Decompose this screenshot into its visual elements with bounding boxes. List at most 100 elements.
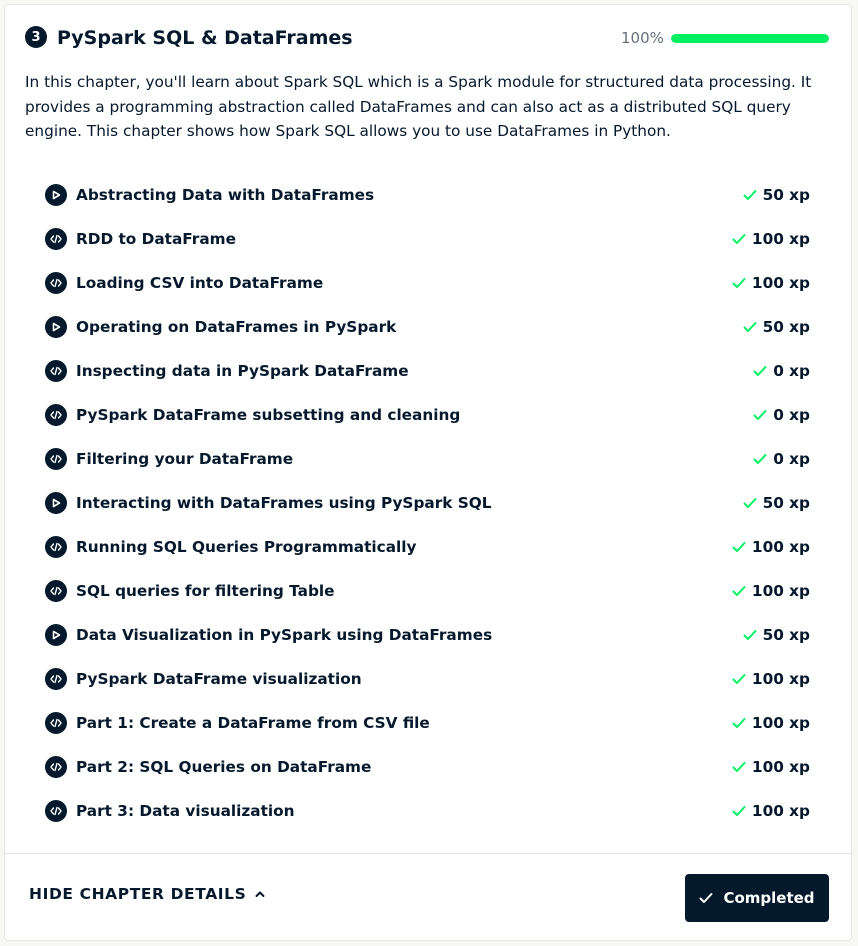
check-icon [743, 321, 757, 333]
exercise-title: Part 2: SQL Queries on DataFrame [76, 758, 372, 776]
exercise-xp: 100 xp [732, 758, 810, 776]
exercise-title: Part 1: Create a DataFrame from CSV file [76, 714, 430, 732]
code-icon [45, 272, 67, 294]
exercise-xp: 100 xp [732, 274, 810, 292]
exercise-item[interactable]: Interacting with DataFrames using PySpar… [45, 481, 815, 525]
exercise-item[interactable]: Part 3: Data visualization 100 xp [45, 789, 815, 833]
exercise-item[interactable]: RDD to DataFrame 100 xp [45, 217, 815, 261]
xp-label: 100 xp [751, 582, 810, 600]
exercise-item[interactable]: Data Visualization in PySpark using Data… [45, 613, 815, 657]
exercise-item[interactable]: Operating on DataFrames in PySpark 50 xp [45, 305, 815, 349]
xp-label: 100 xp [751, 230, 810, 248]
video-play-icon [45, 624, 67, 646]
exercise-title: Running SQL Queries Programmatically [76, 538, 417, 556]
xp-label: 0 xp [773, 450, 810, 468]
code-icon [45, 448, 67, 470]
exercise-title: Data Visualization in PySpark using Data… [76, 626, 493, 644]
exercise-item[interactable]: PySpark DataFrame visualization 100 xp [45, 657, 815, 701]
exercise-xp: 100 xp [732, 230, 810, 248]
progress-bar-fill [671, 34, 829, 43]
exercise-list: Abstracting Data with DataFrames 50 xp RDD… [45, 173, 815, 833]
check-icon [732, 233, 746, 245]
exercise-title: Abstracting Data with DataFrames [76, 186, 375, 204]
xp-label: 100 xp [751, 274, 810, 292]
exercise-title: SQL queries for filtering Table [76, 582, 335, 600]
exercise-xp: 100 xp [732, 670, 810, 688]
exercise-title: Filtering your DataFrame [76, 450, 294, 468]
check-icon [732, 673, 746, 685]
check-icon [732, 761, 746, 773]
code-icon [45, 756, 67, 778]
exercise-xp: 50 xp [743, 318, 810, 336]
divider [5, 853, 851, 854]
progress-bar [671, 34, 829, 43]
chapter-header: 3 PySpark SQL & DataFrames 100% [25, 23, 831, 57]
completed-label: Completed [723, 889, 815, 907]
exercise-title: PySpark DataFrame subsetting and cleanin… [76, 406, 461, 424]
check-icon [753, 453, 767, 465]
code-icon [45, 800, 67, 822]
exercise-xp: 0 xp [753, 406, 810, 424]
chapter-number-badge: 3 [25, 26, 47, 48]
video-play-icon [45, 316, 67, 338]
exercise-xp: 100 xp [732, 714, 810, 732]
chapter-title: PySpark SQL & DataFrames [57, 27, 353, 49]
check-icon [732, 805, 746, 817]
xp-label: 50 xp [762, 186, 810, 204]
exercise-title: Operating on DataFrames in PySpark [76, 318, 397, 336]
code-icon [45, 712, 67, 734]
exercise-title: Inspecting data in PySpark DataFrame [76, 362, 409, 380]
exercise-item[interactable]: Part 2: SQL Queries on DataFrame 100 xp [45, 745, 815, 789]
code-icon [45, 228, 67, 250]
video-play-icon [45, 492, 67, 514]
exercise-item[interactable]: Filtering your DataFrame 0 xp [45, 437, 815, 481]
exercise-title: Loading CSV into DataFrame [76, 274, 324, 292]
exercise-item[interactable]: SQL queries for filtering Table 100 xp [45, 569, 815, 613]
exercise-xp: 100 xp [732, 538, 810, 556]
exercise-item[interactable]: Abstracting Data with DataFrames 50 xp [45, 173, 815, 217]
check-icon [732, 585, 746, 597]
xp-label: 100 xp [751, 670, 810, 688]
exercise-item[interactable]: PySpark DataFrame subsetting and cleanin… [45, 393, 815, 437]
exercise-title: Interacting with DataFrames using PySpar… [76, 494, 492, 512]
check-icon [743, 629, 757, 641]
code-icon [45, 668, 67, 690]
exercise-title: RDD to DataFrame [76, 230, 236, 248]
exercise-xp: 100 xp [732, 802, 810, 820]
xp-label: 100 xp [751, 714, 810, 732]
progress-percent: 100% [621, 29, 664, 47]
xp-label: 0 xp [773, 362, 810, 380]
exercise-xp: 0 xp [753, 450, 810, 468]
check-icon [753, 365, 767, 377]
check-icon [753, 409, 767, 421]
exercise-title: PySpark DataFrame visualization [76, 670, 362, 688]
check-icon [743, 497, 757, 509]
video-play-icon [45, 184, 67, 206]
exercise-item[interactable]: Running SQL Queries Programmatically 100 … [45, 525, 815, 569]
exercise-item[interactable]: Inspecting data in PySpark DataFrame 0 xp [45, 349, 815, 393]
chevron-up-icon [254, 888, 266, 900]
exercise-item[interactable]: Loading CSV into DataFrame 100 xp [45, 261, 815, 305]
check-icon [732, 717, 746, 729]
xp-label: 100 xp [751, 758, 810, 776]
xp-label: 50 xp [762, 318, 810, 336]
code-icon [45, 360, 67, 382]
exercise-item[interactable]: Part 1: Create a DataFrame from CSV file… [45, 701, 815, 745]
check-icon [743, 189, 757, 201]
code-icon [45, 536, 67, 558]
completed-button[interactable]: Completed [685, 874, 829, 922]
exercise-xp: 100 xp [732, 582, 810, 600]
check-icon [699, 892, 713, 904]
code-icon [45, 404, 67, 426]
exercise-xp: 50 xp [743, 626, 810, 644]
xp-label: 50 xp [762, 494, 810, 512]
exercise-xp: 50 xp [743, 494, 810, 512]
check-icon [732, 541, 746, 553]
exercise-xp: 50 xp [743, 186, 810, 204]
xp-label: 100 xp [751, 538, 810, 556]
chapter-card: 3 PySpark SQL & DataFrames 100% In this … [4, 4, 852, 941]
hide-chapter-details-button[interactable]: HIDE CHAPTER DETAILS [29, 885, 266, 903]
code-icon [45, 580, 67, 602]
chapter-description: In this chapter, you'll learn about Spar… [25, 73, 812, 140]
check-icon [732, 277, 746, 289]
